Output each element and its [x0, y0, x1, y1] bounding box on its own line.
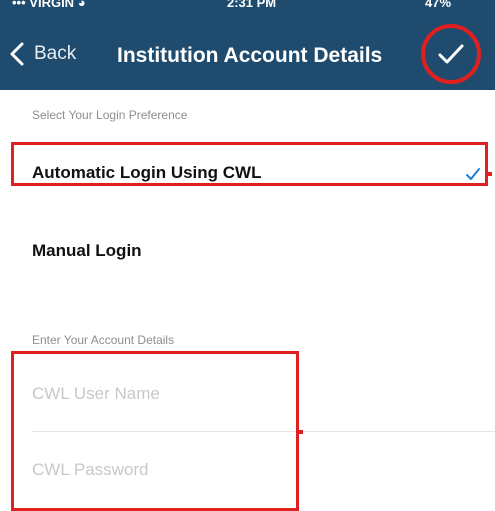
annotation-pointer [297, 430, 303, 434]
wifi-icon: ◕ [77, 0, 86, 10]
signal-icon: ••• [12, 0, 26, 10]
done-button[interactable] [421, 24, 481, 84]
option-manual-login[interactable]: Manual Login [0, 225, 495, 275]
status-bar: ••• VIRGIN ◕ 2:31 PM 47% [0, 0, 495, 14]
navigation-bar: Back Institution Account Details [0, 14, 495, 90]
annotation-box-automatic-login [11, 142, 488, 186]
account-details-header: Enter Your Account Details [32, 333, 175, 347]
status-time: 2:31 PM [227, 0, 277, 10]
back-button[interactable]: Back [8, 34, 76, 74]
option-label: Manual Login [32, 241, 142, 260]
back-label: Back [34, 43, 77, 64]
annotation-box-account-fields [11, 351, 299, 511]
battery-level: 47% [425, 0, 452, 10]
login-preference-header: Select Your Login Preference [32, 108, 188, 122]
page-title: Institution Account Details [117, 44, 383, 67]
chevron-left-icon [10, 42, 24, 66]
carrier-label: ••• VIRGIN ◕ [12, 0, 86, 10]
checkmark-icon [438, 44, 464, 64]
annotation-pointer [486, 172, 492, 176]
